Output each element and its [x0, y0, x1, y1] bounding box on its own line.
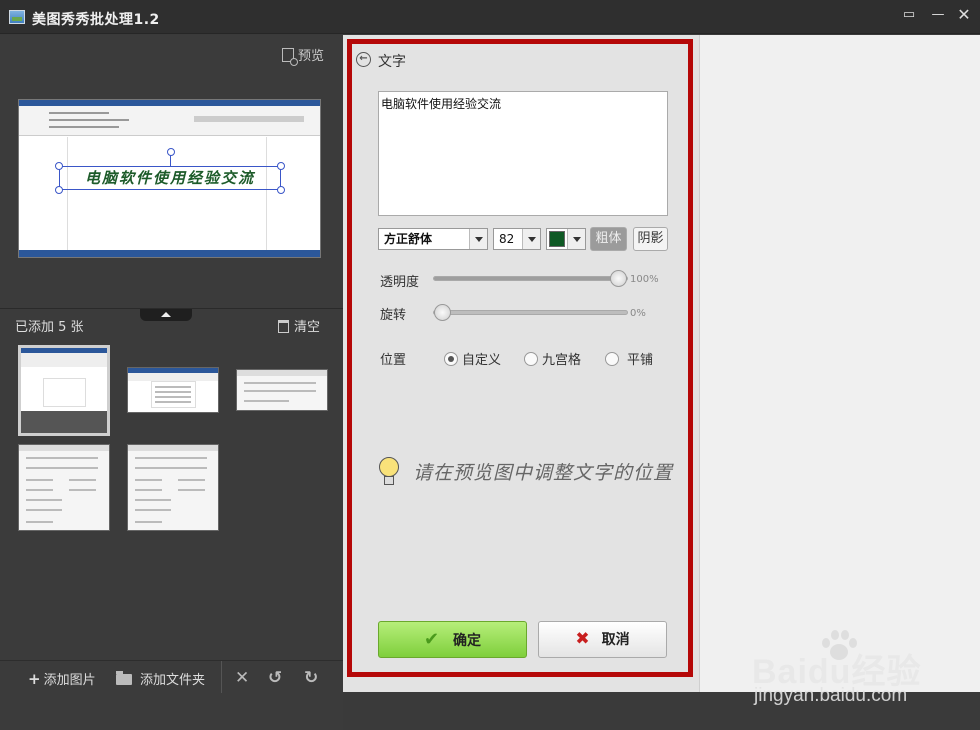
shadow-toggle[interactable]: 阴影 [633, 227, 668, 251]
size-select[interactable]: 82 [493, 228, 541, 250]
size-value: 82 [499, 232, 515, 246]
radio-icon [444, 352, 458, 366]
cancel-label: 取消 [601, 632, 630, 648]
position-option-tile[interactable]: 平铺 [605, 349, 653, 368]
confirm-button[interactable]: ✔ 确定 [378, 621, 527, 658]
toolbar-separator [221, 661, 222, 693]
chevron-down-icon [567, 229, 585, 249]
font-select[interactable]: 方正舒体 [378, 228, 488, 250]
confirm-label: 确定 [453, 633, 482, 649]
text-input[interactable] [378, 91, 668, 216]
delete-icon[interactable]: ✕ [235, 668, 249, 688]
add-folder-button[interactable]: 添加文件夹 [116, 669, 205, 688]
thumbnail-4[interactable] [18, 444, 110, 531]
add-image-button[interactable]: + 添加图片 [28, 669, 96, 688]
opacity-fill [434, 277, 627, 280]
preview-button[interactable]: 预览 [282, 45, 325, 66]
rotate-right-icon[interactable]: ↻ [304, 668, 318, 688]
opacity-slider-handle[interactable] [610, 270, 627, 287]
bold-toggle[interactable]: 粗体 [590, 227, 627, 251]
watermark-url: jingyan.baidu.com [754, 685, 908, 706]
opacity-label: 透明度 [380, 275, 420, 290]
word-ribbon [19, 106, 320, 136]
add-folder-label: 添加文件夹 [140, 673, 206, 688]
rotation-value: 0% [630, 308, 646, 319]
opacity-value: 100% [630, 274, 659, 285]
clear-label: 清空 [294, 320, 321, 335]
title-bar: 美图秀秀批处理1.2 ▭ — ✕ [0, 0, 980, 34]
add-image-label: 添加图片 [43, 673, 96, 688]
baidu-watermark: Baidu经验 jingyan.baidu.com [752, 628, 952, 708]
trash-icon [278, 320, 289, 333]
panel-title: 文字 [378, 54, 406, 70]
app-icon [9, 10, 25, 24]
overlay-text: 电脑软件使用经验交流 [84, 169, 255, 187]
preview-icon [282, 48, 298, 66]
rotation-slider[interactable] [433, 304, 628, 321]
position-hint: 请在预览图中调整文字的位置 [413, 462, 674, 484]
opacity-slider[interactable] [433, 270, 628, 287]
added-count: 已添加 5 张 [15, 320, 84, 335]
position-option-label: 平铺 [627, 353, 654, 368]
chevron-down-icon [522, 229, 540, 249]
thumbnail-2[interactable] [127, 367, 219, 413]
folder-icon [116, 671, 132, 685]
left-panel: 预览 电脑软件使用经验交流 已添加 5 张 清空 + 添加图片 添加文件夹 ✕ … [0, 35, 343, 730]
close-icon: ✖ [575, 629, 590, 649]
color-picker[interactable] [546, 228, 586, 250]
color-swatch [549, 231, 565, 247]
radio-icon [524, 352, 538, 366]
cancel-button[interactable]: ✖ 取消 [538, 621, 667, 658]
radio-icon [605, 352, 619, 366]
rotation-label: 旋转 [380, 308, 407, 323]
chevron-down-icon [469, 229, 487, 249]
close-icon[interactable]: ✕ [953, 6, 975, 24]
position-label: 位置 [380, 353, 407, 368]
minimize-icon[interactable]: — [927, 6, 949, 24]
collapse-preview-toggle[interactable] [140, 309, 192, 321]
word-status-bar [19, 250, 320, 257]
position-option-label: 九宫格 [542, 353, 582, 368]
thumbnail-3[interactable] [236, 369, 328, 411]
feedback-icon[interactable]: ▭ [898, 6, 920, 24]
plus-icon: + [28, 670, 41, 688]
bottom-toolbar-divider [0, 660, 343, 661]
preview-image[interactable]: 电脑软件使用经验交流 [18, 99, 321, 258]
rotate-left-icon[interactable]: ↺ [268, 668, 282, 688]
thumbnail-1[interactable] [18, 345, 110, 436]
thumbnail-5[interactable] [127, 444, 219, 531]
font-value: 方正舒体 [384, 232, 433, 246]
text-overlay-box[interactable]: 电脑软件使用经验交流 [55, 148, 285, 194]
position-option-label: 自定义 [462, 353, 502, 368]
lightbulb-icon [376, 453, 402, 489]
position-option-custom[interactable]: 自定义 [444, 349, 501, 368]
position-option-grid[interactable]: 九宫格 [524, 349, 581, 368]
preview-label: 预览 [298, 49, 325, 64]
rotation-slider-handle[interactable] [434, 304, 451, 321]
back-icon[interactable]: ← [356, 52, 371, 67]
check-icon: ✔ [423, 629, 440, 650]
clear-button[interactable]: 清空 [278, 316, 320, 335]
window-title: 美图秀秀批处理1.2 [32, 12, 160, 28]
